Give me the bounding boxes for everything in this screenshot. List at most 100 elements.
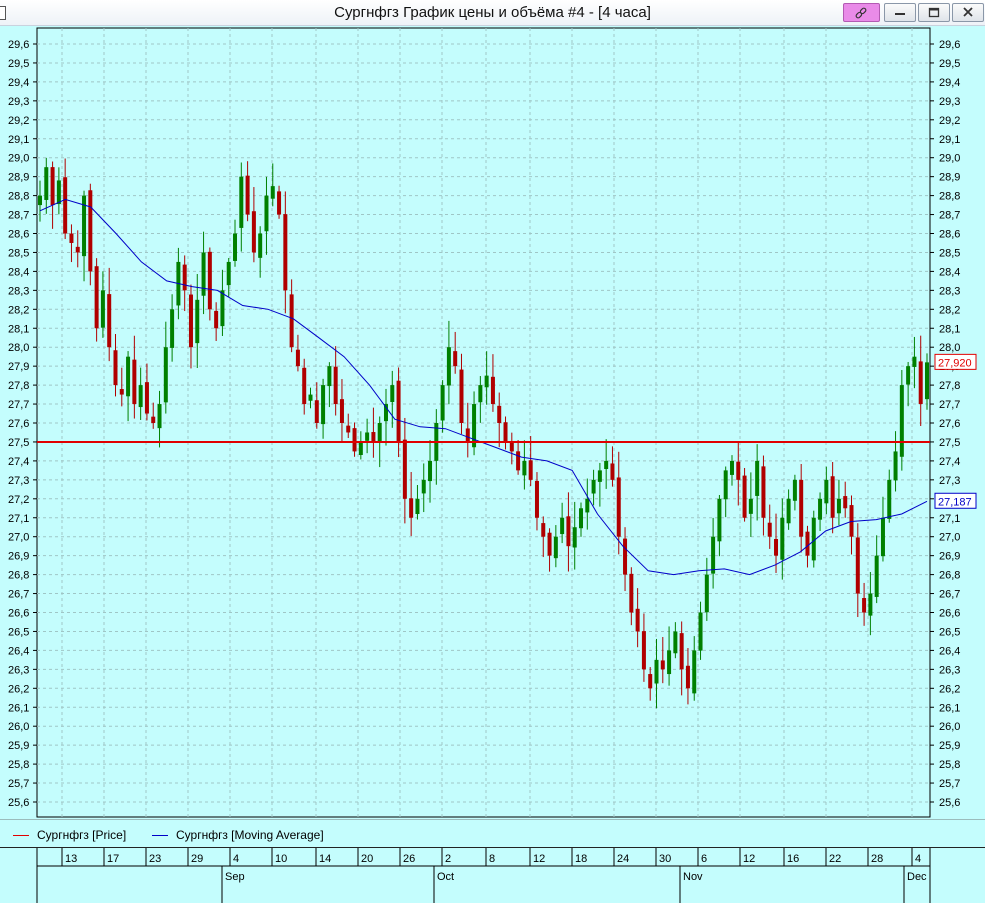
y-tick-label-right: 29,6 (939, 39, 960, 51)
candle-body (673, 631, 678, 654)
y-tick-label-right: 27,1 (939, 513, 960, 525)
candle-body (792, 479, 797, 501)
candle-body (346, 425, 351, 433)
candle-body (295, 349, 300, 367)
y-tick-label-right: 28,0 (939, 342, 960, 354)
y-tick-label-right: 26,0 (939, 721, 960, 733)
candle-body (553, 536, 558, 559)
y-tick-label-right: 26,6 (939, 608, 960, 620)
link-button[interactable] (843, 3, 880, 22)
y-tick-label-left: 29,6 (8, 39, 29, 51)
y-tick-label-left: 27,2 (8, 494, 29, 506)
candle-body (277, 191, 282, 215)
candle-body (233, 233, 238, 261)
candle-body (151, 416, 156, 423)
candle-body (63, 177, 68, 234)
candle-body (195, 299, 200, 344)
link-icon (855, 7, 867, 19)
y-tick-label-left: 27,4 (8, 456, 29, 468)
day-label: 23 (149, 853, 161, 865)
candle-body (667, 650, 672, 675)
candle-body (327, 366, 332, 387)
candle-body (163, 347, 168, 403)
day-label: 2 (445, 853, 451, 865)
month-label: Oct (437, 871, 454, 883)
moving-average-layer (39, 198, 928, 576)
y-tick-label-right: 29,4 (939, 77, 960, 89)
y-tick-label-right: 25,6 (939, 797, 960, 809)
candle-body (880, 517, 885, 557)
day-label: 8 (489, 853, 495, 865)
candle-body (490, 376, 495, 405)
candle-body (906, 366, 911, 385)
y-tick-label-left: 26,4 (8, 645, 29, 657)
y-tick-label-right: 28,6 (939, 229, 960, 241)
y-tick-label-left: 27,9 (8, 361, 29, 373)
y-tick-label-left: 25,9 (8, 740, 29, 752)
y-tick-label-left: 26,1 (8, 702, 29, 714)
candle-body (44, 167, 49, 200)
candle-body (214, 310, 219, 329)
candles-layer (38, 157, 929, 709)
candle-body (132, 359, 137, 405)
y-tick-label-left: 29,0 (8, 153, 29, 165)
y-tick-label-right: 26,8 (939, 570, 960, 582)
y-tick-label-right: 28,8 (939, 191, 960, 203)
minimize-icon (895, 13, 905, 15)
y-tick-label-right: 27,4 (939, 456, 960, 468)
candle-body (478, 385, 483, 403)
candle-body (157, 404, 162, 429)
candle-body (623, 538, 628, 575)
y-tick-label-left: 27,1 (8, 513, 29, 525)
candle-body (75, 246, 80, 253)
minimize-button[interactable] (884, 3, 916, 22)
candle-body (786, 498, 791, 524)
y-tick-label-left: 28,7 (8, 210, 29, 222)
y-tick-label-left: 28,3 (8, 285, 29, 297)
candle-body (528, 460, 533, 480)
y-tick-label-left: 26,3 (8, 664, 29, 676)
candle-body (421, 479, 426, 494)
candle-body (516, 451, 521, 471)
maximize-button[interactable] (918, 3, 950, 22)
candle-body (862, 598, 867, 613)
candle-body (918, 361, 923, 405)
price-chart[interactable]: 25,6 25,7 25,8 25,9 26,0 26,1 26,2 26,3 26,4 26,5… (0, 26, 985, 819)
candle-body (289, 294, 294, 348)
candle-body (660, 660, 665, 670)
close-button[interactable] (952, 3, 984, 22)
y-tick-label-right: 27,6 (939, 418, 960, 430)
price-legend-label: Сургнфгз [Price] (37, 828, 127, 842)
candle-body (126, 356, 131, 397)
candle-body (314, 400, 319, 423)
y-tick-label-right: 26,3 (939, 664, 960, 676)
candle-body (94, 266, 99, 329)
y-tick-label-left: 25,7 (8, 778, 29, 790)
candle-body (925, 362, 929, 400)
candle-body (572, 527, 577, 548)
candle-body (692, 650, 697, 694)
y-tick-label-right: 25,8 (939, 759, 960, 771)
candle-body (226, 261, 231, 286)
candle-body (484, 375, 489, 388)
candle-body (69, 233, 74, 243)
candle-body (402, 439, 407, 499)
maximize-icon (928, 7, 940, 18)
y-tick-label-right: 27,0 (939, 532, 960, 544)
candle-body (509, 442, 514, 452)
time-axis[interactable]: 13 17 23 29 4 10 14 20 26 2 8 12 18 24 30 6 12 16 22 28 4 Sep… (0, 847, 985, 903)
candle-body (428, 460, 433, 482)
y-tick-label-left: 29,2 (8, 115, 29, 127)
y-tick-label-right: 28,9 (939, 172, 960, 184)
candle-body (585, 498, 590, 513)
candle-body (245, 175, 250, 215)
day-label: 12 (533, 853, 545, 865)
candle-body (170, 309, 175, 348)
day-label: 17 (107, 853, 119, 865)
y-tick-label-right: 28,4 (939, 266, 960, 278)
candle-body (742, 475, 747, 518)
y-tick-label-right: 27,3 (939, 475, 960, 487)
chart-panel[interactable]: 25,6 25,7 25,8 25,9 26,0 26,1 26,2 26,3 26,4 26,5… (0, 26, 985, 819)
month-label: Nov (683, 871, 703, 883)
day-label: 22 (829, 853, 841, 865)
